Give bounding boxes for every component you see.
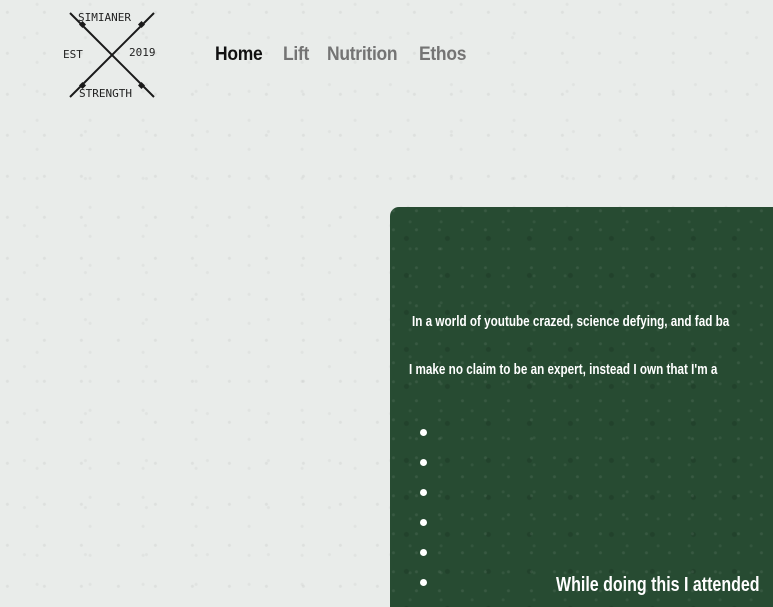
logo-bottom-text: STRENGTH [79, 87, 132, 100]
bullet-dot [420, 549, 427, 556]
bullet-dot [420, 519, 427, 526]
nav-lift[interactable]: Lift [283, 44, 324, 66]
bullet-dot [420, 579, 427, 586]
logo-est-text: EST [63, 48, 83, 61]
logo-year-text: 2019 [129, 46, 156, 59]
site-logo[interactable]: SIMIANER STRENGTH EST 2019 [62, 10, 168, 100]
main-nav: Home Lift Nutrition Ethos [215, 44, 487, 66]
bullet-dot [420, 429, 427, 436]
logo-top-text: SIMIANER [78, 11, 131, 24]
bullet-list [420, 429, 427, 607]
intro-panel: In a world of youtube crazed, science de… [390, 207, 773, 607]
intro-paragraph-2: I make no claim to be an expert, instead… [409, 361, 718, 378]
nav-nutrition[interactable]: Nutrition [327, 44, 412, 66]
intro-paragraph-1: In a world of youtube crazed, science de… [412, 313, 730, 330]
bullet-dot [420, 459, 427, 466]
bullet-dot [420, 489, 427, 496]
nav-home[interactable]: Home [215, 44, 277, 66]
panel-heading: While doing this I attended [556, 574, 760, 596]
nav-ethos[interactable]: Ethos [419, 44, 481, 66]
